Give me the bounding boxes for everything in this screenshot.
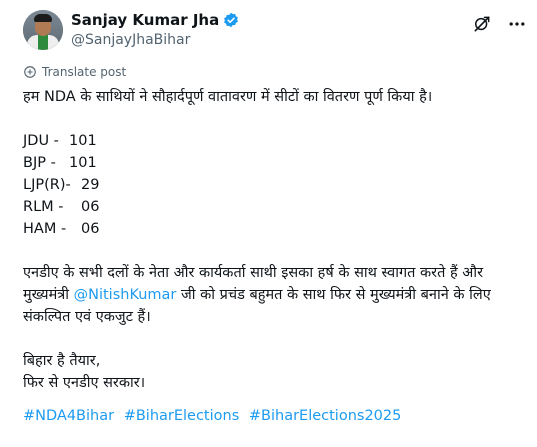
post-intro: हम NDA के साथियों ने सौहार्दपूर्ण वातावर… — [23, 89, 433, 105]
post-paragraph-line: मुख्यमंत्री @NitishKumar जी को प्रचंड बह… — [23, 284, 528, 306]
translate-icon — [24, 66, 36, 78]
verified-badge-icon — [224, 12, 239, 28]
post-body: हम NDA के साथियों ने सौहार्दपूर्ण वातावर… — [23, 86, 528, 394]
author-name-row[interactable]: Sanjay Kumar Jha — [71, 11, 239, 29]
seat-count: 06 — [81, 199, 100, 215]
seat-party: RLM - — [23, 199, 64, 215]
post-text-fragment: जी को प्रचंड बहुमत के साथ फिर से मुख्यमं… — [176, 287, 491, 303]
grok-icon[interactable] — [472, 14, 492, 34]
seat-row: BJP - 101 — [23, 152, 528, 174]
author-name[interactable]: Sanjay Kumar Jha — [71, 11, 219, 29]
seat-count: 06 — [81, 221, 100, 237]
author-handle[interactable]: @SanjayJhaBihar — [71, 32, 190, 48]
seat-row: HAM - 06 — [23, 218, 528, 240]
more-icon[interactable] — [507, 14, 527, 34]
avatar[interactable] — [23, 10, 63, 50]
post-paragraph-line: एनडीए के सभी दलों के नेता और कार्यकर्ता … — [23, 265, 484, 281]
seat-count: 29 — [81, 177, 100, 193]
post-closing-line: फिर से एनडीए सरकार। — [23, 375, 146, 391]
post-closing-line: बिहार है तैयार, — [23, 353, 101, 369]
translate-post-label[interactable]: Translate post — [42, 65, 126, 79]
seat-count: 101 — [69, 155, 97, 171]
post-text-fragment: मुख्यमंत्री — [23, 287, 74, 303]
seat-party: BJP - — [23, 155, 56, 171]
post-paragraph-line: संकल्पित एवं एकजुट हैं। — [23, 309, 151, 325]
mention-link[interactable]: @NitishKumar — [74, 287, 177, 303]
translate-post-link[interactable]: Translate post — [23, 65, 126, 79]
seat-count: 101 — [69, 133, 97, 149]
seat-party: LJP(R)- — [23, 177, 71, 193]
avatar-hair — [34, 14, 52, 22]
seat-party: HAM - — [23, 221, 67, 237]
avatar-scarf — [38, 34, 48, 50]
seat-row: JDU - 101 — [23, 130, 528, 152]
hashtag-link[interactable]: #BiharElections2025 — [249, 408, 401, 424]
hashtags: #NDA4Bihar #BiharElections #BiharElectio… — [23, 408, 406, 424]
hashtag-link[interactable]: #BiharElections — [124, 408, 240, 424]
hashtag-link[interactable]: #NDA4Bihar — [23, 408, 114, 424]
seat-party: JDU - — [23, 133, 59, 149]
seat-row: RLM - 06 — [23, 196, 528, 218]
seat-row: LJP(R)- 29 — [23, 174, 528, 196]
